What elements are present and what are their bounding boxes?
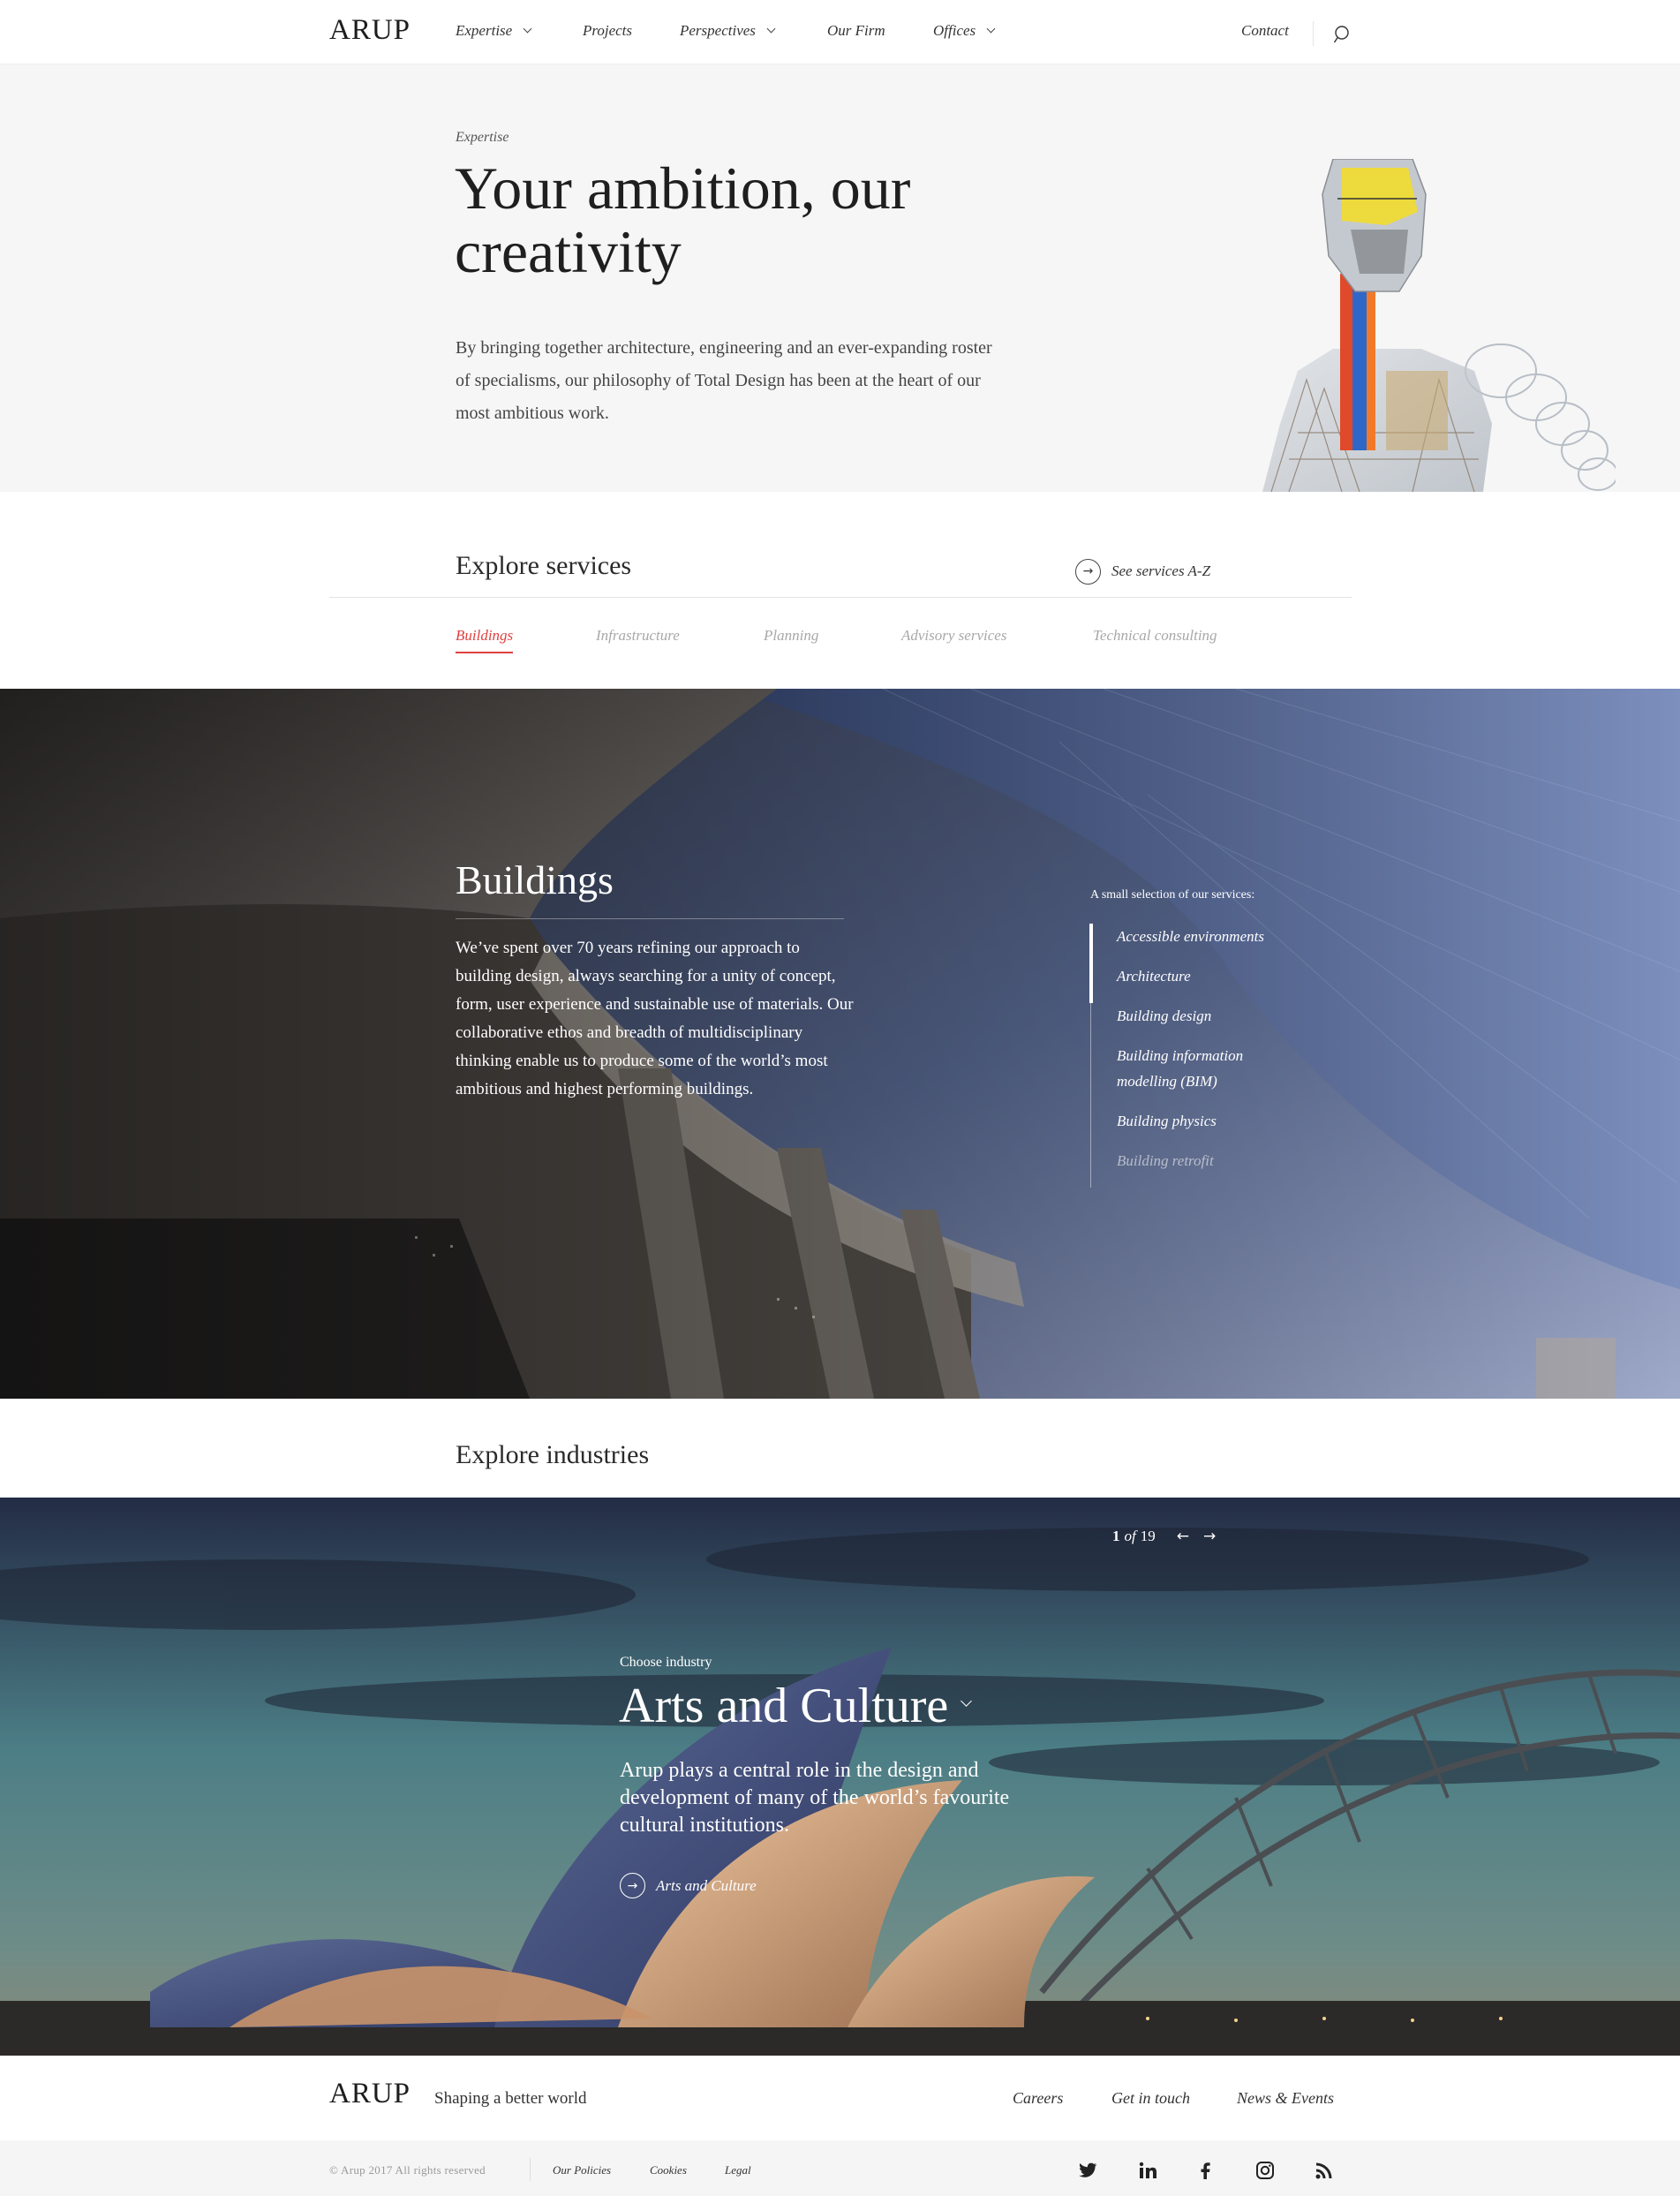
- arrow-left-icon[interactable]: ←: [1177, 1528, 1189, 1545]
- section-divider: [329, 597, 1352, 598]
- services-section-title: Explore services: [456, 551, 632, 580]
- nav-our-firm[interactable]: Our Firm: [827, 22, 885, 40]
- buildings-title: Buildings: [456, 857, 614, 902]
- twitter-icon[interactable]: [1077, 2160, 1098, 2181]
- legal-link-legal[interactable]: Legal: [725, 2163, 751, 2177]
- service-architecture[interactable]: Architecture: [1091, 963, 1303, 989]
- footer-arup-logo[interactable]: ARUP: [329, 2078, 411, 2110]
- link-label: See services A-Z: [1111, 562, 1211, 579]
- pager-of: of: [1124, 1528, 1136, 1544]
- nav-offices[interactable]: Offices: [933, 22, 996, 40]
- footer-tagline: Shaping a better world: [434, 2089, 587, 2108]
- buildings-services-list: Accessible environments Architecture Bui…: [1089, 924, 1320, 1188]
- nav-projects[interactable]: Projects: [583, 22, 632, 40]
- chevron-down-icon: [766, 24, 776, 34]
- arrow-right-icon: →: [620, 1873, 645, 1898]
- industry-description: Arup plays a central role in the design …: [620, 1759, 1010, 1837]
- chevron-down-icon: [523, 24, 532, 34]
- header-divider: [1313, 21, 1314, 46]
- arup-logo[interactable]: ARUP: [329, 14, 411, 47]
- nav-expertise[interactable]: Expertise: [456, 22, 532, 40]
- choose-industry-label: Choose industry: [620, 1655, 712, 1670]
- buildings-description: We’ve spent over 70 years refining our a…: [456, 939, 854, 1098]
- chevron-down-icon: [961, 1694, 973, 1707]
- nav-perspectives[interactable]: Perspectives: [680, 22, 776, 40]
- pager-current: 1: [1112, 1528, 1120, 1544]
- service-building-design[interactable]: Building design: [1091, 1003, 1303, 1029]
- industry-link[interactable]: → Arts and Culture: [620, 1873, 757, 1898]
- legal-divider: [530, 2158, 531, 2181]
- linkedin-icon[interactable]: [1137, 2160, 1158, 2181]
- see-services-az-link[interactable]: → See services A-Z: [1075, 558, 1210, 585]
- industries-section-title: Explore industries: [456, 1440, 650, 1469]
- tab-planning[interactable]: Planning: [764, 627, 818, 652]
- pager-total: 19: [1140, 1528, 1156, 1544]
- tab-technical-consulting[interactable]: Technical consulting: [1093, 627, 1217, 652]
- list-scroll-indicator: [1089, 924, 1093, 1003]
- search-icon[interactable]: [1332, 24, 1350, 47]
- tab-advisory-services[interactable]: Advisory services: [901, 627, 1006, 652]
- tab-buildings[interactable]: Buildings: [456, 627, 514, 653]
- footer-link-careers[interactable]: Careers: [1013, 2089, 1063, 2108]
- legal-link-cookies[interactable]: Cookies: [650, 2163, 687, 2177]
- legal-bar: [0, 2140, 1680, 2196]
- facebook-icon[interactable]: [1194, 2160, 1216, 2181]
- buildings-title-rule: [456, 918, 844, 919]
- copyright: © Arup 2017 All rights reserved: [329, 2163, 486, 2177]
- industry-name: Arts and Culture: [619, 1679, 949, 1733]
- footer-link-get-in-touch[interactable]: Get in touch: [1111, 2089, 1190, 2108]
- page-title: Your ambition, our creativity: [455, 155, 911, 285]
- arrow-right-icon[interactable]: →: [1203, 1528, 1216, 1545]
- footer-link-news-events[interactable]: News & Events: [1237, 2089, 1334, 2108]
- tab-infrastructure[interactable]: Infrastructure: [596, 627, 680, 652]
- link-label: Arts and Culture: [656, 1876, 757, 1894]
- site-footer: [0, 2056, 1680, 2140]
- nav-label: Perspectives: [680, 22, 756, 39]
- legal-link-our-policies[interactable]: Our Policies: [553, 2163, 611, 2177]
- nav-label: Projects: [583, 22, 633, 39]
- robot-figure-image: [1262, 159, 1616, 492]
- instagram-icon[interactable]: [1254, 2160, 1276, 2181]
- nav-label: Expertise: [456, 22, 513, 39]
- arrow-right-icon: →: [1075, 558, 1101, 585]
- service-accessible-environments[interactable]: Accessible environments: [1091, 924, 1303, 949]
- nav-label: Our Firm: [827, 22, 885, 39]
- industry-pager: 1 of 19 ← →: [1112, 1528, 1216, 1545]
- chevron-down-icon: [986, 24, 996, 34]
- nav-contact[interactable]: Contact: [1241, 22, 1289, 40]
- services-selection-label: A small selection of our services:: [1090, 888, 1255, 902]
- service-building-physics[interactable]: Building physics: [1091, 1108, 1303, 1134]
- nav-label: Offices: [933, 22, 976, 39]
- service-building-retrofit[interactable]: Building retrofit: [1091, 1148, 1303, 1173]
- industry-selector[interactable]: Arts and Culture: [619, 1678, 973, 1734]
- hero-eyebrow: Expertise: [456, 130, 509, 145]
- service-bim[interactable]: Building information modelling (BIM): [1091, 1043, 1303, 1094]
- hero-description: By bringing together architecture, engin…: [456, 338, 992, 423]
- rss-icon[interactable]: [1314, 2160, 1335, 2181]
